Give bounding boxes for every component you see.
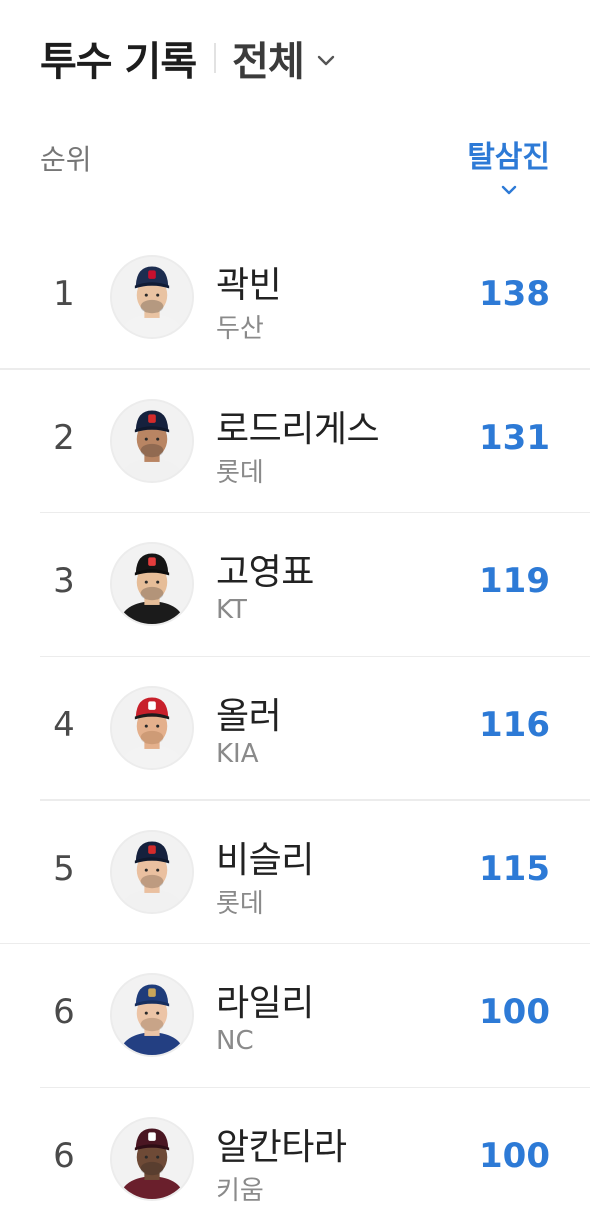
player-avatar xyxy=(110,255,194,339)
player-row[interactable]: 1 곽빈두산 138 xyxy=(0,226,590,370)
strikeout-count: 131 xyxy=(479,417,550,458)
filter-label: 전체 xyxy=(232,39,305,85)
player-name: 곽빈 xyxy=(216,265,282,306)
player-team: 롯데 xyxy=(216,457,264,488)
page-header: 투수 기록 전체 xyxy=(40,28,336,88)
pitcher-ranking-list: 1 곽빈두산 138 2 로드리게스롯데 131 3 고영표 KT 119 4 올러 KIA 116 5 비슬… xyxy=(0,226,590,1232)
chevron-down-icon xyxy=(317,55,334,66)
rank-number: 4 xyxy=(53,705,75,746)
rank-column-label: 순위 xyxy=(40,143,92,176)
strikeout-count: 116 xyxy=(479,705,550,746)
page-title: 투수 기록 xyxy=(40,39,197,85)
player-name: 알칸타라 xyxy=(216,1127,347,1169)
player-row[interactable]: 4 올러 KIA 116 xyxy=(0,657,590,801)
header-divider xyxy=(214,43,217,73)
strikeout-count: 115 xyxy=(479,848,550,889)
player-team: 두산 xyxy=(216,314,264,344)
player-row[interactable]: 6 라일리 NC 100 xyxy=(0,944,590,1089)
player-name: 라일리 xyxy=(216,983,314,1025)
player-name: 고영표 xyxy=(216,552,314,594)
player-row[interactable]: 2 로드리게스롯데 131 xyxy=(0,370,590,514)
player-row[interactable]: 6 알칸타라키움 100 xyxy=(0,1088,590,1232)
player-row[interactable]: 5 비슬리롯데 115 xyxy=(0,801,590,945)
player-name: 로드리게스 xyxy=(216,408,380,450)
player-team: 롯데 xyxy=(216,888,264,919)
rank-number: 1 xyxy=(53,274,75,314)
strikeout-count: 100 xyxy=(479,992,550,1033)
rank-number: 6 xyxy=(53,992,75,1033)
column-header: 순위 탈삼진 xyxy=(40,132,550,202)
player-name: 비슬리 xyxy=(216,839,314,881)
player-avatar xyxy=(110,829,194,914)
rank-number: 5 xyxy=(53,848,75,889)
chevron-down-icon xyxy=(501,185,516,195)
strikeout-count: 100 xyxy=(479,1136,550,1177)
filter-dropdown[interactable]: 전체 xyxy=(232,29,336,87)
player-name: 올러 xyxy=(216,696,282,738)
rank-number: 6 xyxy=(53,1136,75,1177)
sort-strikeouts-button[interactable]: 탈삼진 xyxy=(467,132,550,196)
player-avatar xyxy=(110,398,194,483)
player-avatar xyxy=(110,542,194,627)
player-avatar xyxy=(110,1117,194,1202)
player-team: NC xyxy=(216,1026,254,1057)
player-avatar xyxy=(110,686,194,771)
rank-number: 3 xyxy=(53,561,75,602)
player-team: KT xyxy=(216,595,247,626)
sort-column-label: 탈삼진 xyxy=(467,140,550,175)
strikeout-count: 138 xyxy=(479,274,550,314)
rank-number: 2 xyxy=(53,417,75,458)
player-row[interactable]: 3 고영표 KT 119 xyxy=(0,513,590,658)
strikeout-count: 119 xyxy=(479,561,550,602)
player-team: KIA xyxy=(216,739,259,770)
player-team: 키움 xyxy=(216,1176,264,1207)
player-avatar xyxy=(110,973,194,1058)
